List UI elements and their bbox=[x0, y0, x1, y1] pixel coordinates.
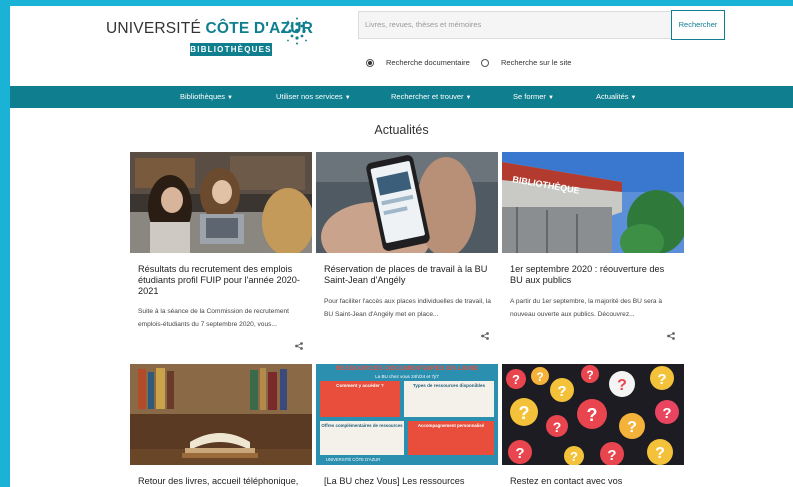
nav-label: Actualités bbox=[596, 92, 629, 101]
news-image-library-building[interactable]: BIBLIOTHÈQUE bbox=[502, 152, 684, 253]
news-title[interactable]: 1er septembre 2020 : réouverture des BU … bbox=[510, 264, 678, 286]
svg-text:?: ? bbox=[607, 447, 616, 464]
section-title: Actualités bbox=[374, 123, 429, 137]
caret-down-icon: ▼ bbox=[227, 95, 233, 101]
news-image-phone[interactable] bbox=[316, 152, 498, 253]
page: UNIVERSITÉ CÔTE D'AZUR BIBLIOTHÈQUES Liv… bbox=[10, 6, 793, 487]
share-icon[interactable] bbox=[667, 332, 675, 340]
poster-box-support: Accompagnement personnalisé bbox=[408, 421, 494, 455]
radio-documentary-label: Recherche documentaire bbox=[386, 58, 470, 67]
poster-box-access: Comment y accéder ? bbox=[320, 381, 400, 417]
news-image-students[interactable] bbox=[130, 152, 312, 253]
svg-text:?: ? bbox=[657, 371, 666, 388]
logo-dots-icon bbox=[283, 17, 311, 45]
nav-item-services[interactable]: Utiliser nos services ▼ bbox=[276, 86, 351, 108]
nav-label: Bibliothèques bbox=[180, 92, 226, 101]
svg-text:?: ? bbox=[586, 368, 593, 382]
svg-text:?: ? bbox=[587, 405, 598, 425]
svg-text:?: ? bbox=[662, 405, 671, 422]
svg-text:?: ? bbox=[512, 372, 520, 387]
news-title[interactable]: Réservation de places de travail à la BU… bbox=[324, 264, 492, 286]
svg-text:?: ? bbox=[627, 419, 637, 436]
poster-subheading: La BU chez vous 24h/24 et 7j/7 bbox=[375, 374, 439, 379]
svg-text:?: ? bbox=[515, 445, 524, 462]
news-image-question-marks[interactable]: ? ? ? ? ? ? ? ? ? ? ? ? ? ? ? bbox=[502, 364, 684, 465]
nav-label: Se former bbox=[513, 92, 546, 101]
news-image-books[interactable] bbox=[130, 364, 312, 465]
poster-box-types-title: Types de ressources disponibles bbox=[412, 383, 486, 388]
nav-item-se-former[interactable]: Se former ▼ bbox=[513, 86, 554, 108]
news-excerpt: A partir du 1er septembre, la majorité d… bbox=[510, 298, 663, 318]
search-input[interactable]: Livres, revues, thèses et mémoires bbox=[358, 11, 672, 39]
nav-item-actualites[interactable]: Actualités ▼ bbox=[596, 86, 636, 108]
news-image-poster[interactable]: RESSOURCES DOCUMENTAIRES EN LIGNE La BU … bbox=[316, 364, 498, 465]
nav-label: Rechercher et trouver bbox=[391, 92, 464, 101]
poster-box-types: Types de ressources disponibles bbox=[404, 381, 494, 417]
radio-documentary[interactable] bbox=[366, 58, 374, 67]
site-logo[interactable]: UNIVERSITÉ CÔTE D'AZUR BIBLIOTHÈQUES bbox=[106, 16, 316, 60]
svg-text:?: ? bbox=[655, 445, 665, 462]
svg-text:?: ? bbox=[557, 383, 566, 400]
search-button[interactable]: Rechercher bbox=[671, 10, 725, 40]
caret-down-icon: ▼ bbox=[344, 95, 351, 101]
poster-box-access-title: Comment y accéder ? bbox=[336, 383, 384, 388]
news-title[interactable]: Résultats du recrutement des emplois étu… bbox=[138, 264, 306, 297]
radio-documentary-option[interactable]: Recherche documentaire bbox=[366, 58, 470, 67]
news-title[interactable]: Retour des livres, accueil téléphonique, bbox=[138, 476, 306, 487]
news-title[interactable]: [La BU chez Vous] Les ressources bbox=[324, 476, 492, 487]
nav-label: Utiliser nos services bbox=[276, 92, 343, 101]
logo-subtitle: BIBLIOTHÈQUES bbox=[190, 43, 272, 56]
nav-item-rechercher[interactable]: Rechercher et trouver ▼ bbox=[391, 86, 472, 108]
poster-heading: RESSOURCES DOCUMENTAIRES EN LIGNE bbox=[335, 365, 479, 372]
news-excerpt: Pour faciliter l'accès aux places indivi… bbox=[324, 298, 491, 318]
logo-main: UNIVERSITÉ bbox=[106, 20, 202, 37]
nav-item-bibliotheques[interactable]: Bibliothèques ▼ bbox=[180, 86, 233, 108]
svg-text:?: ? bbox=[519, 403, 530, 423]
radio-site-label: Recherche sur le site bbox=[501, 58, 572, 67]
svg-text:?: ? bbox=[536, 370, 543, 384]
caret-down-icon: ▼ bbox=[465, 95, 472, 101]
svg-text:?: ? bbox=[617, 377, 627, 394]
poster-box-offers-title: Offres complémentaires de ressources bbox=[321, 423, 403, 428]
caret-down-icon: ▼ bbox=[630, 95, 637, 101]
poster-box-offers: Offres complémentaires de ressources bbox=[320, 421, 404, 455]
share-icon[interactable] bbox=[295, 342, 303, 350]
news-title[interactable]: Restez en contact avec vos bbox=[510, 476, 678, 487]
radio-site[interactable] bbox=[481, 58, 489, 67]
share-icon[interactable] bbox=[481, 332, 489, 340]
radio-site-option[interactable]: Recherche sur le site bbox=[481, 58, 571, 67]
poster-box-support-title: Accompagnement personnalisé bbox=[417, 423, 485, 428]
svg-text:?: ? bbox=[570, 449, 578, 464]
main-navigation: Bibliothèques ▼ Utiliser nos services ▼ Re… bbox=[10, 86, 793, 108]
svg-text:?: ? bbox=[553, 419, 562, 435]
news-excerpt: Suite à la séance de la Commission de re… bbox=[138, 308, 289, 328]
caret-down-icon: ▼ bbox=[547, 95, 554, 101]
poster-footer: UNIVERSITÉ CÔTE D'AZUR bbox=[326, 457, 381, 462]
